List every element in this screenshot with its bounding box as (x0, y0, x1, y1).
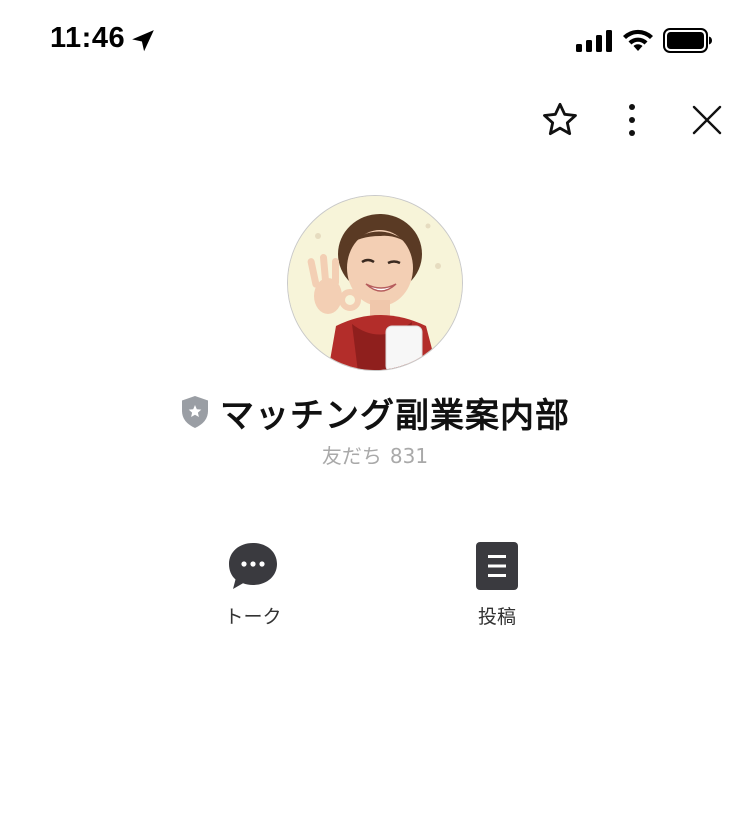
friends-count: 831 (389, 444, 429, 468)
close-button[interactable] (683, 96, 731, 144)
profile-name-row: マッチング副業案内部 (0, 388, 750, 436)
star-outline-icon (543, 102, 577, 136)
more-vertical-icon (629, 104, 635, 136)
profile-avatar[interactable] (287, 195, 463, 371)
chat-bubble-icon (229, 543, 277, 589)
signal-bars-icon (576, 30, 612, 52)
post-label: 投稿 (477, 606, 516, 628)
avatar-image (288, 196, 462, 370)
favorite-button[interactable] (536, 96, 584, 144)
battery-icon (663, 28, 712, 53)
status-time: 11:46 (50, 22, 126, 54)
talk-icon-wrap (225, 538, 281, 594)
document-icon (476, 542, 518, 590)
post-icon-wrap (469, 538, 525, 594)
status-bar: 11:46 (0, 0, 750, 84)
location-arrow-icon (132, 30, 154, 52)
wifi-icon (623, 29, 653, 51)
talk-button[interactable]: トーク (193, 538, 313, 638)
friends-count-row: 友だち 831 (0, 440, 750, 469)
close-icon (692, 105, 722, 135)
more-options-button[interactable] (608, 96, 656, 144)
post-button[interactable]: 投稿 (437, 538, 557, 638)
friends-label: 友だち (321, 444, 382, 468)
shield-badge-icon (182, 396, 208, 428)
profile-name: マッチング副業案内部 (220, 395, 570, 436)
talk-label: トーク (224, 606, 282, 628)
